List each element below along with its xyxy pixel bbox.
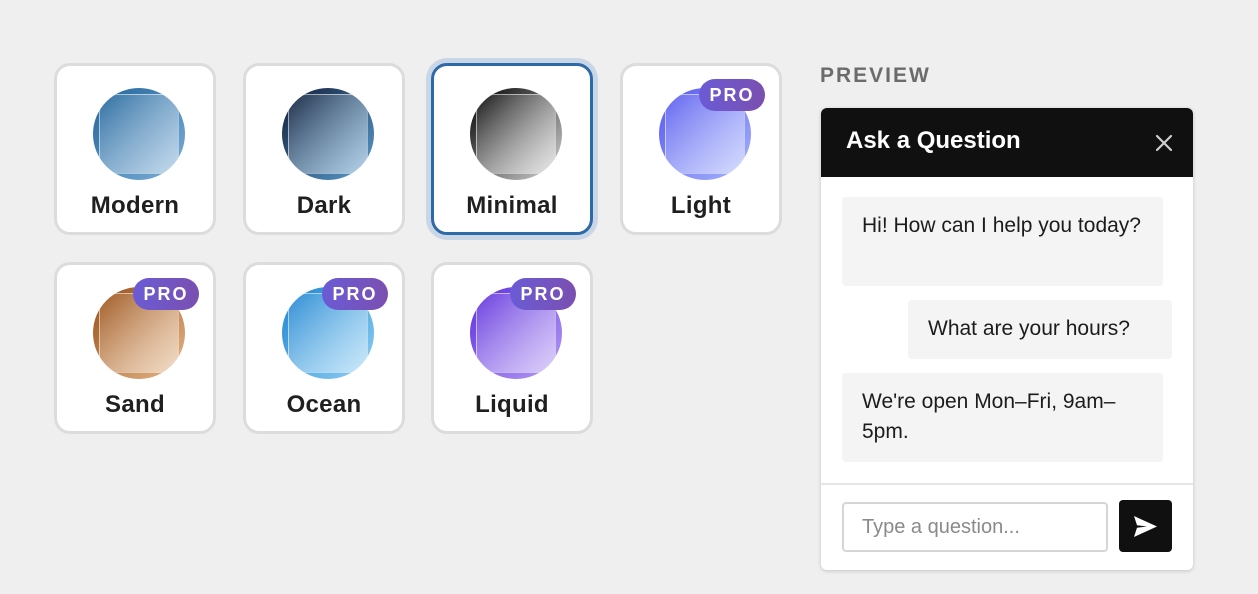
user-message: What are your hours? bbox=[908, 300, 1172, 359]
pro-badge: PRO bbox=[699, 79, 765, 111]
chat-title: Ask a Question bbox=[846, 127, 1021, 154]
close-button[interactable] bbox=[1151, 130, 1177, 156]
theme-name: Dark bbox=[296, 192, 352, 219]
theme-card-dark[interactable]: Dark bbox=[243, 63, 405, 235]
chat-widget-preview: Ask a Question Hi! How can I help you to… bbox=[821, 108, 1193, 570]
composer-divider bbox=[821, 483, 1193, 485]
theme-card-sand[interactable]: PRO Sand bbox=[54, 262, 216, 434]
pro-badge: PRO bbox=[322, 278, 388, 310]
theme-card-modern[interactable]: Modern bbox=[54, 63, 216, 235]
theme-name: Liquid bbox=[475, 391, 549, 418]
send-button[interactable] bbox=[1119, 500, 1172, 552]
theme-name: Modern bbox=[90, 192, 180, 219]
bot-message: Hi! How can I help you today? bbox=[842, 197, 1163, 286]
pro-badge: PRO bbox=[510, 278, 576, 310]
theme-card-liquid[interactable]: PRO Liquid bbox=[431, 262, 593, 434]
theme-swatch-dark bbox=[282, 88, 374, 180]
send-icon bbox=[1134, 516, 1157, 537]
preview-label: PREVIEW bbox=[820, 64, 931, 87]
theme-name: Ocean bbox=[286, 391, 362, 418]
chat-header: Ask a Question bbox=[821, 108, 1193, 177]
theme-name: Light bbox=[670, 192, 732, 219]
theme-name: Minimal bbox=[466, 192, 558, 219]
theme-swatch-modern bbox=[93, 88, 185, 180]
close-icon bbox=[1155, 134, 1173, 152]
theme-card-ocean[interactable]: PRO Ocean bbox=[243, 262, 405, 434]
bot-message: We're open Mon–Fri, 9am–5pm. bbox=[842, 373, 1163, 462]
theme-grid: Modern Dark Minimal PRO Light PRO Sand P… bbox=[54, 63, 790, 441]
pro-badge: PRO bbox=[133, 278, 199, 310]
theme-swatch-minimal bbox=[470, 88, 562, 180]
theme-card-light[interactable]: PRO Light bbox=[620, 63, 782, 235]
question-input[interactable] bbox=[842, 502, 1108, 552]
theme-card-minimal[interactable]: Minimal bbox=[431, 63, 593, 235]
theme-name: Sand bbox=[105, 391, 165, 418]
